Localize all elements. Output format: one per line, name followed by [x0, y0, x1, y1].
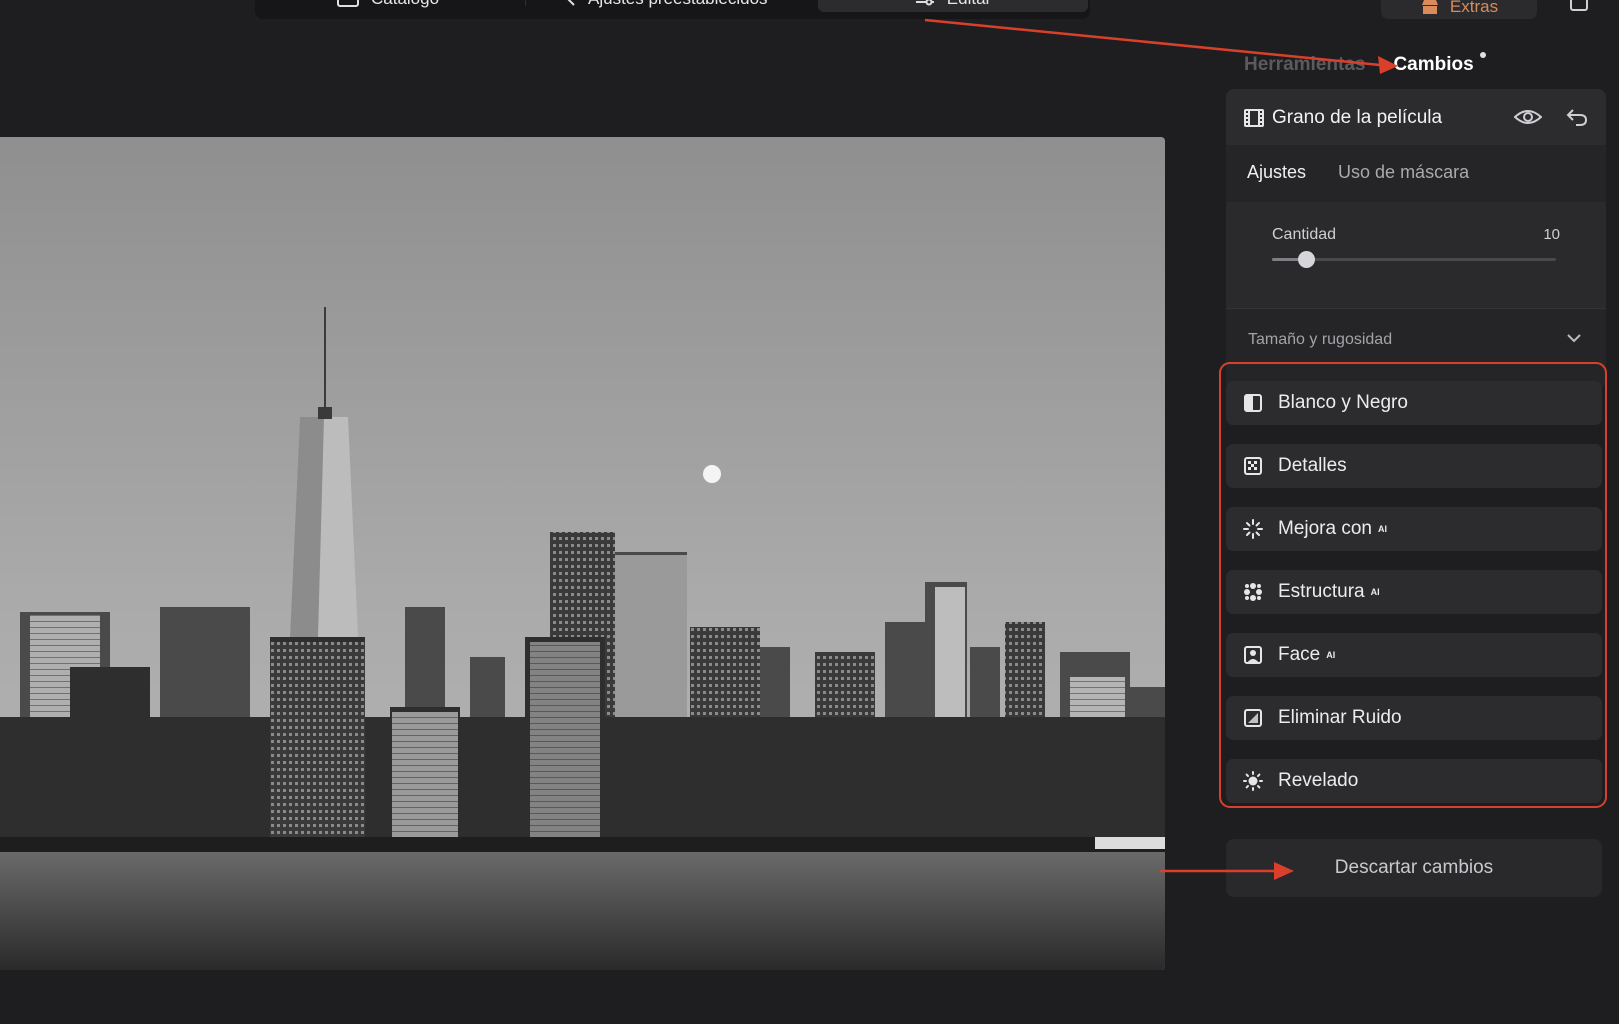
sparkle-icon	[1242, 518, 1264, 540]
tab-presets[interactable]: Ajustes preestablecidos	[560, 0, 768, 12]
eye-icon[interactable]	[1514, 108, 1542, 126]
city-skyline-image	[0, 137, 1165, 970]
tool-face[interactable]: Face AI	[1226, 633, 1602, 677]
discard-changes-button[interactable]: Descartar cambios	[1226, 839, 1602, 897]
tool-label: Face	[1278, 644, 1321, 665]
tool-black-white[interactable]: Blanco y Negro	[1226, 381, 1602, 425]
magic-wand-icon	[567, 0, 575, 6]
ai-badge: AI	[1378, 524, 1387, 534]
export-icon[interactable]	[1566, 0, 1592, 12]
film-grain-subtabs: Ajustes Uso de máscara	[1247, 162, 1469, 183]
subtab-mask[interactable]: Uso de máscara	[1338, 162, 1469, 183]
film-grain-header[interactable]: Grano de la película	[1226, 89, 1606, 145]
discard-changes-label: Descartar cambios	[1334, 857, 1494, 878]
toolbar-divider	[525, 0, 526, 6]
catalog-icon	[337, 0, 359, 7]
film-grain-title: Grano de la película	[1272, 107, 1443, 128]
extras-label: Extras	[1449, 0, 1499, 16]
tab-tools[interactable]: Herramientas	[1244, 54, 1365, 76]
amount-slider-thumb[interactable]	[1298, 251, 1316, 268]
extras-button[interactable]: Extras	[1381, 0, 1537, 19]
panel-tabs: Herramientas Cambios	[1244, 50, 1486, 80]
tab-edit-label: Editar	[947, 0, 991, 9]
ai-badge: AI	[1326, 650, 1336, 660]
tool-ai-enhance[interactable]: Mejora con AI	[1226, 507, 1602, 551]
tab-catalog-label: Catálogo	[371, 0, 439, 9]
chevron-down-icon	[1567, 334, 1581, 343]
structure-icon	[1242, 581, 1264, 603]
size-roughness-label: Tamaño y rugosidad	[1248, 331, 1393, 348]
subtab-settings[interactable]: Ajustes	[1247, 162, 1306, 183]
tool-label: Estructura	[1278, 581, 1365, 602]
amount-slider[interactable]	[1272, 251, 1556, 268]
tab-catalog[interactable]: Catálogo	[337, 0, 439, 12]
changes-indicator-dot	[1479, 52, 1486, 58]
tool-develop[interactable]: Revelado	[1226, 759, 1602, 803]
photo-canvas[interactable]	[0, 137, 1165, 970]
film-icon	[1244, 109, 1264, 127]
black-white-icon	[1242, 392, 1264, 414]
face-icon	[1242, 644, 1264, 666]
tab-edit[interactable]: Editar	[818, 0, 1088, 12]
tool-denoise[interactable]: Eliminar Ruido	[1226, 696, 1602, 740]
tool-label: Revelado	[1278, 770, 1359, 791]
film-grain-panel: Grano de la película Ajustes Uso de másc…	[1226, 89, 1606, 388]
details-icon	[1242, 455, 1264, 477]
denoise-icon	[1242, 707, 1264, 729]
ai-badge: AI	[1370, 587, 1380, 597]
top-toolbar: Catálogo Ajustes preestablecidos Editar	[255, 0, 1090, 19]
tab-changes-label: Cambios	[1393, 54, 1474, 75]
amount-label: Cantidad	[1272, 226, 1337, 243]
tab-changes[interactable]: Cambios	[1393, 52, 1486, 76]
tool-label: Detalles	[1278, 455, 1347, 476]
size-roughness-section[interactable]: Tamaño y rugosidad	[1226, 309, 1606, 365]
tool-label: Mejora con	[1278, 518, 1372, 539]
tab-presets-label: Ajustes preestablecidos	[588, 0, 768, 9]
undo-icon[interactable]	[1566, 107, 1588, 127]
shop-icon	[1421, 0, 1438, 14]
tool-structure[interactable]: Estructura AI	[1226, 570, 1602, 614]
amount-value[interactable]: 10	[1543, 226, 1560, 243]
sun-icon	[1242, 770, 1264, 792]
amount-slider-box: Cantidad 10	[1226, 202, 1606, 308]
tool-label: Blanco y Negro	[1278, 392, 1408, 413]
tool-label: Eliminar Ruido	[1278, 707, 1402, 728]
sliders-icon	[915, 0, 934, 6]
tool-details[interactable]: Detalles	[1226, 444, 1602, 488]
